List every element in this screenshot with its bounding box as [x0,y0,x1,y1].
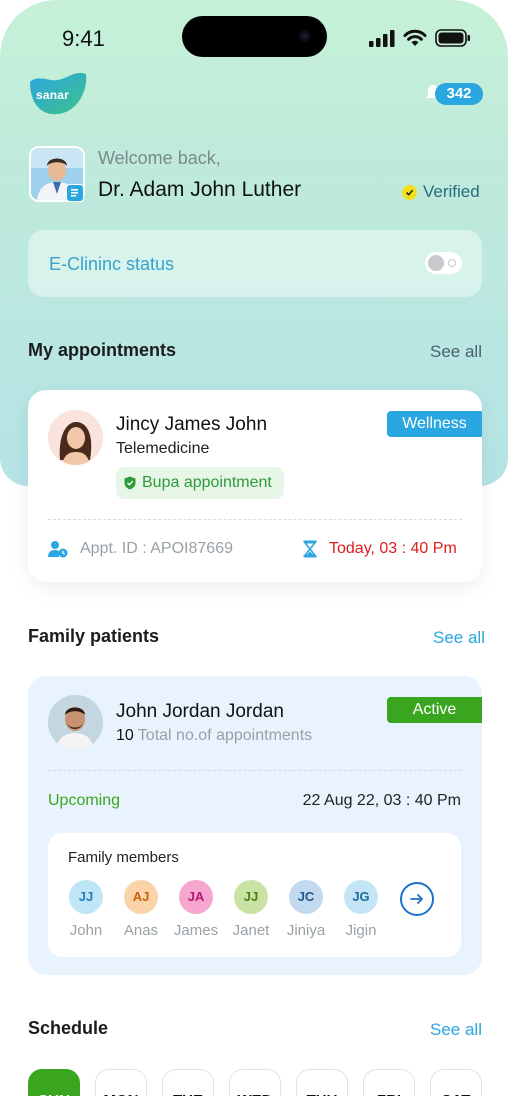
wifi-icon [403,29,427,46]
schedule-title: Schedule [28,1018,109,1038]
appointment-card[interactable]: Jincy James John Telemedicine Bupa appoi… [28,390,482,582]
verified-label: Verified [423,182,480,201]
patient-avatar [48,410,103,465]
upcoming-date: 22 Aug 22, 03 : 40 Pm [302,792,461,809]
member-initials-avatar: JG [344,880,378,914]
appointment-id: Appt. ID : APOI87669 [48,540,233,558]
family-patient-photo-icon [48,695,103,750]
status-icons [369,29,471,47]
notification-badge[interactable]: 342 [435,83,483,105]
appointment-time: Today, 03 : 40 Pm [303,540,457,558]
user-clock-icon [48,541,68,558]
member-name: Jiniya [286,922,326,939]
app-screen: 9:41 sanar 342 Welcome back, Dr. Adam Jo… [0,0,508,1096]
family-members-box: Family members JJ John AJ Anas JA James JJ Jane… [48,833,461,957]
member-initials-avatar: AJ [124,880,158,914]
family-member-anas[interactable]: AJ Anas [121,880,161,939]
schedule-see-all-link[interactable]: See all [430,1020,482,1040]
family-member-james[interactable]: JA James [174,880,218,939]
more-members-button[interactable] [400,882,434,916]
eclinic-label: E-Clininc status [49,254,175,274]
status-time: 9:41 [62,26,105,51]
appointments-see-all-link[interactable]: See all [430,342,482,362]
patient-name: Jincy James John [116,414,268,435]
status-badge: Active [387,697,482,723]
day-pill-sun[interactable]: SUN [28,1069,80,1096]
patient-photo-icon [48,410,103,465]
upcoming-label: Upcoming [48,792,121,809]
camera-icon [299,30,311,42]
family-patient-name: John Jordan Jordan [116,701,284,722]
family-member-john[interactable]: JJ John [66,880,106,939]
insurance-badge: Bupa appointment [116,467,284,499]
family-patient-avatar [48,695,103,750]
family-see-all-link[interactable]: See all [433,628,485,648]
day-pill-wed[interactable]: WED [229,1069,281,1096]
appointments-title: My appointments [28,340,177,360]
logo-text: sanar [36,88,70,102]
toggle-off-indicator [448,259,456,267]
family-member-janet[interactable]: JJ Janet [231,880,271,939]
battery-icon [435,29,470,47]
welcome-text: Welcome back, [98,148,221,168]
eclinic-status-row: E-Clininc status [28,230,482,297]
family-member-jigin[interactable]: JG Jigin [341,880,381,939]
verified-badge: Verified [402,182,480,202]
toggle-knob [428,255,444,271]
family-title: Family patients [28,626,160,646]
appointment-id-text: Appt. ID : APOI87669 [80,540,233,557]
day-pill-thu[interactable]: THU [296,1069,348,1096]
day-pill-fri[interactable]: FRI [363,1069,415,1096]
document-badge-icon [66,184,84,202]
arrow-right-icon [410,894,423,904]
hourglass-icon [303,540,317,558]
member-name: Anas [123,922,159,939]
day-pill-sat[interactable]: SAT [430,1069,482,1096]
family-member-jiniya[interactable]: JC Jiniya [286,880,326,939]
member-name: Janet [232,922,270,939]
family-members-title: Family members [68,849,179,866]
wellness-tag: Wellness [387,411,482,437]
day-pill-tue[interactable]: TUE [162,1069,214,1096]
verified-check-icon [402,184,417,200]
family-patient-card[interactable]: John Jordan Jordan 10 Total no.of appoint… [28,676,482,975]
total-appointments-label: Total no.of appointments [137,727,313,744]
shield-icon [124,476,136,490]
eclinic-toggle[interactable] [425,252,462,274]
member-initials-avatar: JC [289,880,323,914]
insurance-label: Bupa appointment [142,474,272,491]
day-pill-mon[interactable]: MON [95,1069,147,1096]
appointment-type: Telemedicine [116,440,210,457]
total-appointments-count: 10 [116,727,134,744]
divider [48,770,462,771]
member-initials-avatar: JJ [69,880,103,914]
member-initials-avatar: JA [179,880,213,914]
member-name: John [69,922,103,939]
signal-icon [369,29,395,47]
dynamic-island [182,16,327,57]
divider [48,519,462,520]
total-appointments: 10 Total no.of appointments [116,727,312,745]
member-name: James [173,922,219,939]
appointment-time-text: Today, 03 : 40 Pm [329,540,457,557]
member-initials-avatar: JJ [234,880,268,914]
doctor-name: Dr. Adam John Luther [98,178,302,201]
member-name: Jigin [345,922,377,939]
